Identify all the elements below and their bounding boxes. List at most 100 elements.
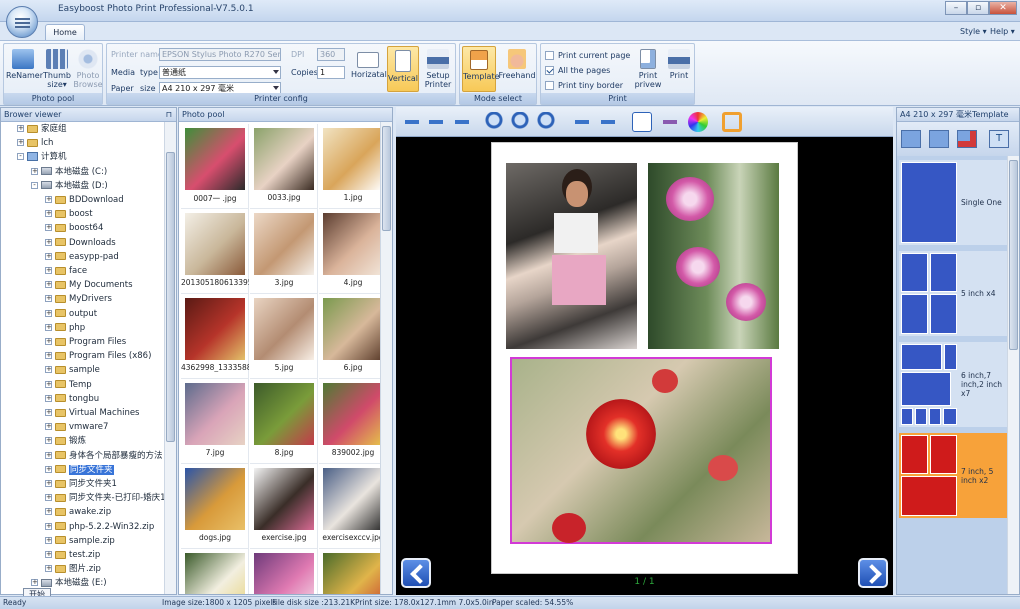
expand-icon[interactable]: + — [45, 494, 52, 502]
scrollbar-thumb[interactable] — [1009, 160, 1018, 350]
expand-icon[interactable]: + — [45, 295, 52, 303]
printer-name-field[interactable]: EPSON Stylus Photo R270 Series — [159, 48, 281, 61]
setup-printer-button[interactable]: Setup Printer — [421, 49, 455, 89]
previous-page-button[interactable] — [401, 558, 431, 588]
template-mode-button[interactable]: Template — [462, 46, 500, 92]
photo-thumbnail[interactable]: 8.jpg — [250, 379, 318, 464]
photo-thumbnail[interactable]: 839002.jpg — [319, 379, 380, 464]
photo-thumbnail[interactable]: 5.jpg — [250, 294, 318, 379]
tree-node[interactable]: + lch — [17, 137, 53, 151]
expand-icon[interactable]: + — [45, 238, 52, 246]
tree-node[interactable]: + MyDrivers — [45, 293, 112, 307]
photo-thumbnail[interactable] — [319, 549, 380, 594]
template-item[interactable]: 6 inch,7 inch,2 inch x7 — [899, 342, 1007, 427]
expand-icon[interactable]: + — [45, 309, 52, 317]
scrollbar-thumb[interactable] — [382, 126, 391, 231]
pin-icon[interactable]: ⊓ — [166, 108, 172, 121]
tree-node[interactable]: + 同步文件夹1 — [45, 478, 117, 492]
expand-icon[interactable]: + — [45, 536, 52, 544]
tree-node[interactable]: + php — [45, 322, 85, 336]
tree-node[interactable]: + 身体各个局部暴瘦的方法 — [45, 450, 163, 464]
scrollbar-thumb[interactable] — [166, 152, 175, 442]
expand-icon[interactable]: + — [45, 196, 52, 203]
photo-pool-scrollbar[interactable] — [380, 122, 392, 594]
expand-icon[interactable]: + — [45, 551, 52, 558]
expand-icon[interactable]: + — [45, 465, 52, 473]
tree-node[interactable]: + 家庭组 — [17, 123, 67, 137]
tree-node[interactable]: + 本地磁盘 (C:) — [31, 166, 107, 180]
resize-horizontal-icon[interactable] — [572, 112, 592, 132]
photo-thumbnail[interactable]: 0033.jpg — [250, 124, 318, 209]
expand-icon[interactable]: + — [45, 451, 52, 459]
photo-slot-3-selected[interactable] — [510, 357, 772, 544]
photo-thumbnail[interactable]: 1.jpg — [319, 124, 380, 209]
tree-node[interactable]: + vmware7 — [45, 421, 108, 435]
tree-node[interactable]: + My Documents — [45, 279, 133, 293]
add-template-icon[interactable] — [901, 130, 921, 148]
expand-icon[interactable]: + — [45, 437, 52, 445]
expand-icon[interactable]: + — [45, 252, 52, 260]
expand-icon[interactable]: + — [45, 224, 52, 232]
photo-thumbnail[interactable]: 201305180613395... — [181, 209, 249, 294]
photo-slot-1[interactable] — [506, 163, 637, 349]
text-template-icon[interactable]: T — [989, 130, 1009, 148]
tree-node[interactable]: + sample.zip — [45, 535, 115, 549]
zoom-actual-icon[interactable] — [510, 112, 530, 132]
expand-icon[interactable]: + — [17, 139, 24, 147]
tree-node[interactable]: + Downloads — [45, 237, 116, 251]
expand-icon[interactable]: + — [31, 167, 38, 175]
photo-thumbnail[interactable]: 3.jpg — [250, 209, 318, 294]
style-menu[interactable]: Style ▾ — [960, 27, 987, 36]
print-button[interactable]: Print — [665, 49, 693, 80]
minimize-button[interactable]: – — [945, 1, 967, 15]
tree-node[interactable]: + tongbu — [45, 393, 99, 407]
tree-node[interactable]: + 图片.zip — [45, 563, 101, 577]
template-item[interactable]: 5 inch x4 — [899, 251, 1007, 336]
photo-thumbnail[interactable] — [250, 549, 318, 594]
app-menu-button[interactable] — [6, 6, 38, 38]
photo-thumbnail[interactable]: 6.jpg — [319, 294, 380, 379]
photo-thumbnail[interactable]: 0007一 .jpg — [181, 124, 249, 209]
tree-node[interactable]: + sample — [45, 364, 100, 378]
tree-node[interactable]: + BDDownload — [45, 194, 124, 208]
tree-node[interactable]: + face — [45, 265, 87, 279]
photo-thumbnail[interactable]: exercisexccv.jpg — [319, 464, 380, 549]
tree-node[interactable]: + output — [45, 308, 97, 322]
expand-icon[interactable]: + — [45, 394, 52, 402]
tree-node[interactable]: + 同步文件夹 — [45, 464, 114, 478]
dpi-field[interactable]: 360 — [317, 48, 345, 61]
tree-node[interactable]: + Temp — [45, 379, 92, 393]
tree-scrollbar[interactable] — [164, 122, 176, 594]
maximize-button[interactable]: ▫ — [967, 1, 989, 15]
expand-icon[interactable]: + — [45, 210, 52, 218]
close-button[interactable]: ✕ — [989, 1, 1017, 15]
thumb-size-button[interactable]: Thumb size▾ — [42, 49, 72, 89]
expand-icon[interactable]: + — [31, 579, 38, 587]
tree-node[interactable]: + Program Files (x86) — [45, 350, 151, 364]
photo-slot-2[interactable] — [648, 163, 779, 349]
template-item[interactable]: 7 inch, 5 inch x2 — [899, 433, 1007, 518]
expand-icon[interactable]: + — [45, 281, 52, 289]
expand-icon[interactable]: + — [45, 267, 52, 274]
expand-icon[interactable]: + — [45, 323, 52, 331]
horizontal-button[interactable]: Horizatal — [351, 49, 387, 79]
photo-thumbnail[interactable] — [181, 549, 249, 594]
expand-icon[interactable]: + — [45, 480, 52, 487]
freehand-mode-button[interactable]: Freehand — [498, 49, 536, 80]
print-current-page-checkbox[interactable] — [545, 51, 554, 60]
tree-node[interactable]: + Program Files — [45, 336, 126, 350]
tree-node[interactable]: + boost — [45, 208, 93, 222]
tree-node[interactable]: + 同步文件夹-已打印-婚庆1 — [45, 492, 164, 506]
tree-node[interactable]: + easypp-pad — [45, 251, 119, 265]
collapse-icon[interactable]: - — [17, 153, 24, 161]
template-scrollbar[interactable] — [1007, 156, 1019, 594]
tree-node[interactable]: - 本地磁盘 (D:) — [31, 180, 108, 194]
expand-icon[interactable]: + — [45, 423, 52, 431]
expand-icon[interactable]: + — [45, 522, 52, 530]
frame-icon[interactable] — [722, 112, 742, 132]
expand-icon[interactable]: + — [45, 338, 52, 345]
next-page-button[interactable] — [858, 558, 888, 588]
template-item[interactable]: Single One — [899, 160, 1007, 245]
tree-node[interactable]: + test.zip — [45, 549, 100, 563]
expand-icon[interactable]: + — [45, 565, 52, 573]
